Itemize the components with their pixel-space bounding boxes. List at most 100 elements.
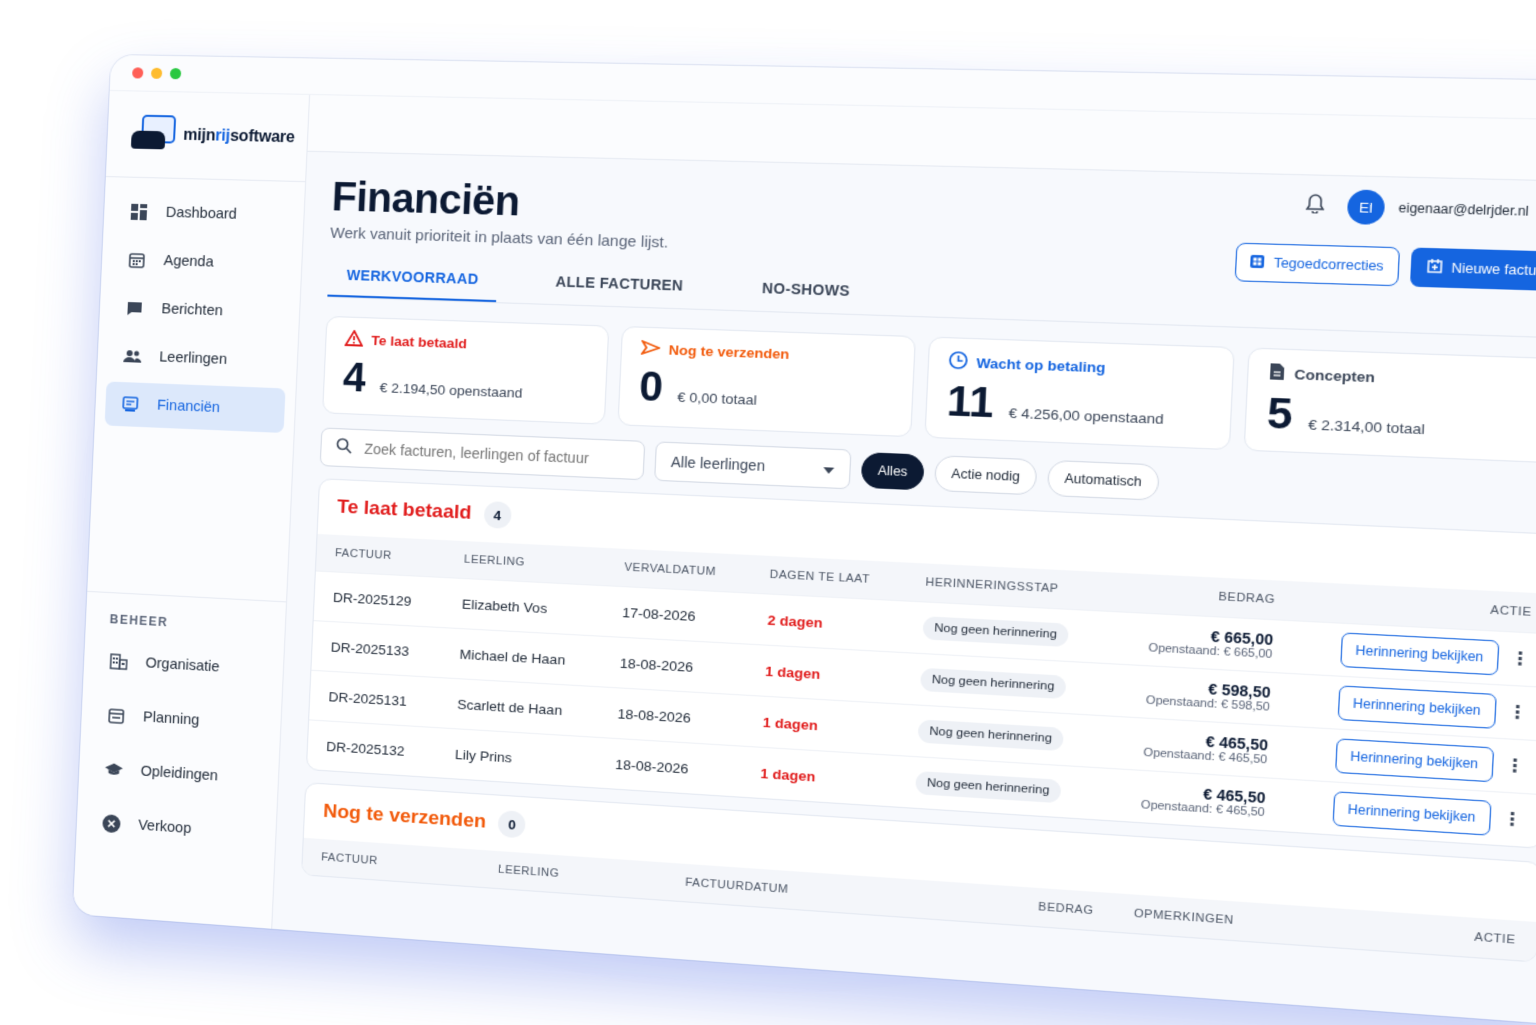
search-input[interactable] [364, 440, 635, 468]
new-invoice-button[interactable]: Nieuwe factuur [1409, 247, 1536, 291]
close-window-dot[interactable] [132, 67, 143, 78]
sidebar-item-organisatie[interactable]: Organisatie [93, 635, 274, 696]
student-name: Michael de Haan [440, 628, 602, 687]
stage: mijnrijsoftware Dashboard Agenda [0, 0, 1536, 1024]
calendar-check-icon [107, 706, 126, 725]
sidebar-divider [87, 591, 286, 603]
days-late: 1 dagen [740, 746, 897, 806]
student-name: Elizabeth Vos [442, 578, 604, 637]
admin-nav: Organisatie Planning Opleidingen [85, 635, 273, 863]
more-options-icon[interactable]: ⋮ [1502, 808, 1522, 831]
invoice-icon [121, 395, 140, 414]
stat-number: 0 [638, 364, 664, 412]
bell-icon[interactable] [1305, 193, 1325, 218]
stat-title: Nog te verzenden [668, 342, 789, 362]
count-badge: 4 [483, 501, 511, 529]
view-reminder-button[interactable]: Herinnering bekijken [1340, 632, 1500, 675]
sidebar: mijnrijsoftware Dashboard Agenda [73, 91, 310, 929]
sidebar-item-label: Leerlingen [159, 349, 227, 368]
building-icon [109, 652, 128, 671]
reminder-step-badge: Nog geen herinnering [918, 719, 1064, 751]
sidebar-item-dashboard[interactable]: Dashboard [113, 189, 294, 238]
avatar[interactable]: EI [1347, 189, 1386, 225]
sidebar-item-label: Organisatie [145, 655, 220, 675]
search-box [320, 427, 646, 480]
chevron-down-icon [823, 460, 835, 477]
view-reminder-button[interactable]: Herinnering bekijken [1337, 685, 1497, 729]
main-nav: Dashboard Agenda Berichten [94, 177, 305, 450]
stat-card-drafts[interactable]: Concepten 5 € 2.314,00 totaal [1244, 347, 1536, 463]
invoice-number[interactable]: DR-2025129 [314, 571, 445, 628]
app-window: mijnrijsoftware Dashboard Agenda [73, 55, 1536, 1025]
graduation-cap-icon [105, 760, 124, 779]
sidebar-item-label: Verkoop [138, 817, 192, 837]
sidebar-section-label: BEHEER [109, 612, 168, 629]
sidebar-item-label: Opleidingen [140, 763, 218, 784]
invoice-number[interactable]: DR-2025133 [311, 621, 442, 678]
minimize-window-dot[interactable] [151, 68, 162, 79]
days-late: 2 dagen [747, 593, 905, 652]
more-options-icon[interactable]: ⋮ [1510, 648, 1530, 671]
student-name: Lily Prins [435, 728, 597, 788]
sidebar-item-financien[interactable]: Financiën [105, 381, 286, 433]
sidebar-item-label: Agenda [163, 253, 214, 271]
stat-card-late[interactable]: Te laat betaald 4 € 2.194,50 openstaand [322, 316, 609, 425]
new-invoice-icon [1426, 259, 1442, 277]
document-icon [1269, 362, 1286, 384]
view-reminder-button[interactable]: Herinnering bekijken [1332, 791, 1492, 836]
sidebar-item-label: Dashboard [165, 205, 237, 223]
days-late: 1 dagen [745, 644, 903, 704]
brand-logo-icon [131, 114, 179, 155]
sidebar-item-agenda[interactable]: Agenda [111, 237, 292, 287]
grid-small-icon [1250, 254, 1265, 271]
filter-chip-automatisch[interactable]: Automatisch [1047, 460, 1160, 501]
tab-no-shows[interactable]: NO-SHOWS [742, 279, 870, 314]
panel-title: Nog te verzenden [323, 801, 487, 834]
sidebar-item-label: Berichten [161, 301, 223, 319]
sidebar-item-leerlingen[interactable]: Leerlingen [107, 333, 288, 384]
credit-corrections-button[interactable]: Tegoedcorrecties [1235, 243, 1400, 287]
calendar-icon [127, 251, 146, 270]
view-reminder-button[interactable]: Herinnering bekijken [1335, 738, 1495, 782]
sidebar-item-opleidingen[interactable]: Opleidingen [88, 743, 269, 805]
stat-title: Wacht op betaling [976, 355, 1106, 376]
warning-icon [344, 330, 363, 350]
filter-chip-actie-nodig[interactable]: Actie nodig [934, 455, 1037, 495]
maximize-window-dot[interactable] [170, 68, 181, 79]
more-options-icon[interactable]: ⋮ [1505, 755, 1525, 778]
stat-card-awaiting-payment[interactable]: Wacht op betaling 11 € 4.256,00 openstaa… [924, 337, 1234, 451]
app: mijnrijsoftware Dashboard Agenda [73, 91, 1536, 1025]
filter-chip-alles[interactable]: Alles [861, 452, 925, 490]
reminder-step-badge: Nog geen herinnering [920, 668, 1066, 699]
student-select[interactable]: Alle leerlingen [654, 441, 851, 489]
main-content: EI eigenaar@delrjder.nl Tegoedcorrecties… [272, 95, 1536, 1025]
stat-number: 5 [1266, 390, 1294, 439]
brand[interactable]: mijnrijsoftware [106, 91, 309, 182]
invoice-number[interactable]: DR-2025132 [307, 720, 438, 777]
grid-icon [130, 203, 149, 222]
reminder-step-badge: Nog geen herinnering [915, 771, 1061, 803]
stat-subtext: € 4.256,00 openstaand [1008, 405, 1164, 427]
days-late: 1 dagen [742, 695, 900, 755]
brand-name: mijnrijsoftware [183, 126, 295, 147]
stat-title: Te laat betaald [371, 333, 467, 352]
stat-title: Concepten [1294, 366, 1375, 385]
sidebar-item-verkoop[interactable]: Verkoop [86, 797, 267, 859]
stat-number: 11 [946, 378, 995, 427]
tab-werkvoorraad[interactable]: WERKVOORRAAD [327, 266, 497, 302]
clock-icon [948, 351, 968, 373]
credit-corrections-label: Tegoedcorrecties [1273, 256, 1384, 274]
due-date: 17-08-2026 [602, 586, 749, 644]
sidebar-item-berichten[interactable]: Berichten [109, 285, 290, 335]
stat-subtext: € 2.194,50 openstaand [379, 380, 523, 401]
chat-icon [125, 299, 144, 318]
stat-card-to-send[interactable]: Nog te verzenden 0 € 0,00 totaal [617, 326, 916, 437]
invoice-number[interactable]: DR-2025131 [309, 670, 440, 727]
sidebar-item-planning[interactable]: Planning [90, 689, 271, 750]
user-email: eigenaar@delrjder.nl [1398, 200, 1529, 219]
tab-alle-facturen[interactable]: ALLE FACTUREN [536, 273, 703, 309]
student-select-value: Alle leerlingen [671, 453, 766, 474]
more-options-icon[interactable]: ⋮ [1507, 701, 1527, 724]
sidebar-item-label: Financiën [157, 398, 221, 417]
stat-subtext: € 0,00 totaal [677, 389, 757, 408]
